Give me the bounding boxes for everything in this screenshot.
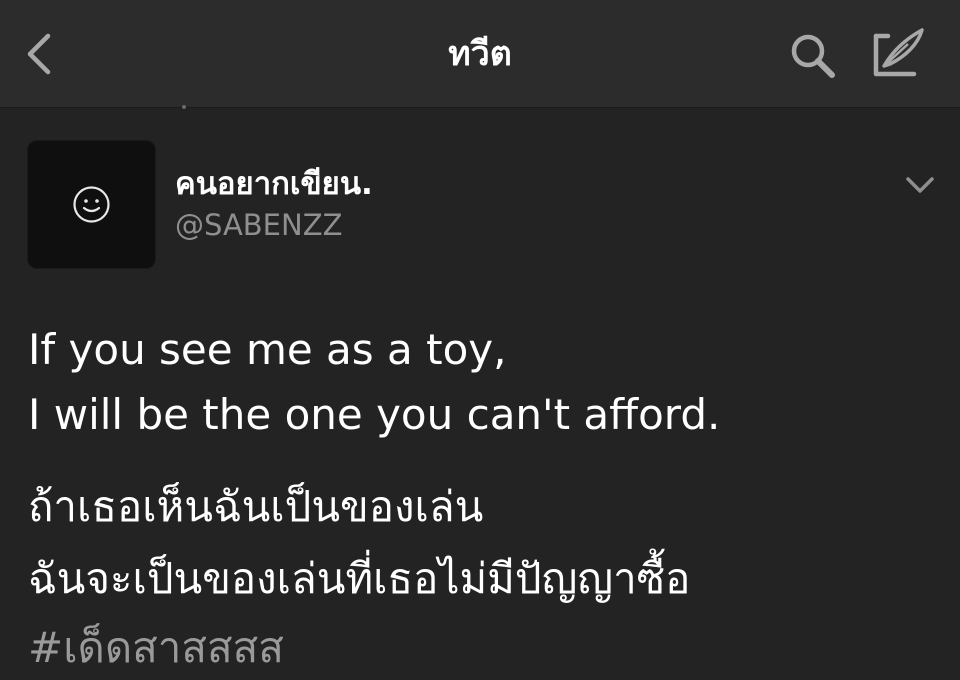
chevron-down-icon xyxy=(906,177,934,193)
hashtag-link[interactable]: #เด็ดสาสสสส xyxy=(28,620,284,676)
tweet-text-line: If you see me as a toy, xyxy=(28,325,507,374)
previous-content-remnant xyxy=(182,105,186,109)
compose-button[interactable] xyxy=(866,26,930,84)
tweet-text-line: ถ้าเธอเห็นฉันเป็นของเล่น xyxy=(28,482,484,531)
avatar[interactable] xyxy=(28,141,155,268)
compose-feather-icon xyxy=(873,28,924,77)
navigation-bar: ทวีต xyxy=(0,0,960,107)
tweet-detail-screen: ทวีต คนอยากเขียน. @SABENZZ If you see me… xyxy=(0,0,960,680)
tweet-text-line: I will be the one you can't afford. xyxy=(28,390,721,439)
tweet-more-button[interactable] xyxy=(902,170,938,200)
author-handle[interactable]: @SABENZZ xyxy=(175,205,342,245)
search-button[interactable] xyxy=(786,30,842,82)
smiley-face-icon xyxy=(73,186,110,223)
tweet-text-line: ฉันจะเป็นของเล่นที่เธอไม่มีปัญญาซื้อ xyxy=(28,554,691,603)
search-icon xyxy=(791,34,835,78)
author-display-name[interactable]: คนอยากเขียน. xyxy=(175,163,373,205)
